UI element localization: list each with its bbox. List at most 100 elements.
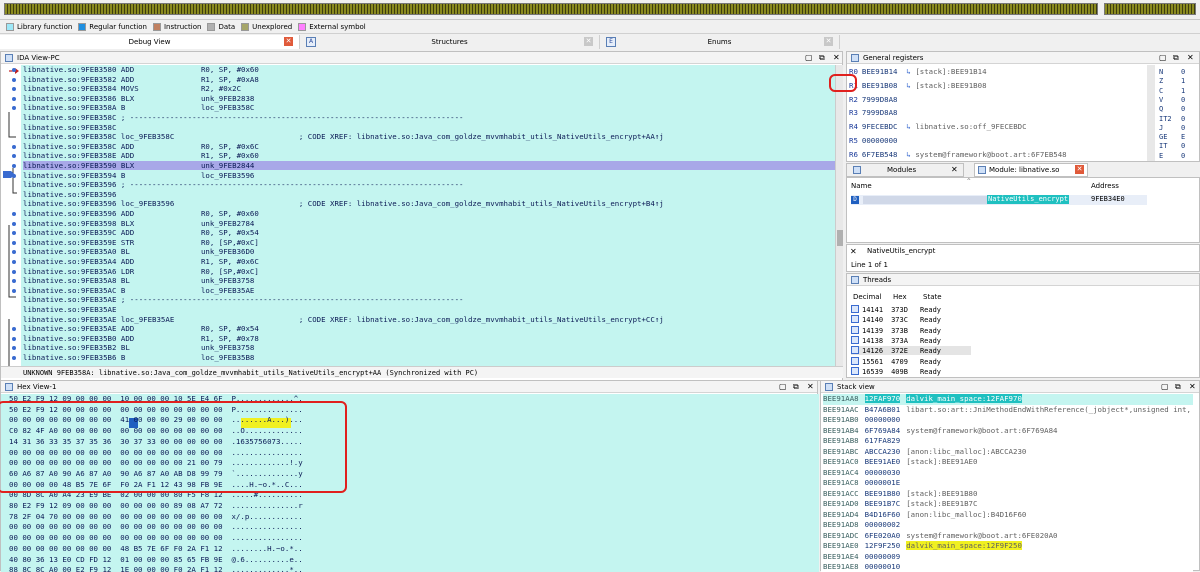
registers-scrollbar[interactable]	[1147, 65, 1155, 161]
disassembly-line[interactable]: libnative.so:9FEB358E ADD R1, SP, #0x60	[23, 151, 835, 160]
disassembly-line[interactable]: libnative.so:9FEB3586 BLX unk_9FEB2838	[23, 94, 835, 103]
register-row[interactable]: R1 BEE91B08 ↳ [stack]:BEE91B08	[849, 80, 987, 92]
register-row[interactable]: R0 BEE91B14 ↳ [stack]:BEE91B14	[849, 66, 987, 78]
stack-row[interactable]: BEE91ADC 6FE020A0 system@framework@boot.ar…	[823, 531, 1058, 542]
disassembly-line[interactable]: libnative.so:9FEB3590 BLX unk_9FEB2844	[23, 161, 835, 170]
disassembly-line[interactable]: libnative.so:9FEB3582 ADD R1, SP, #0xA8	[23, 75, 835, 84]
breakpoint-dot-icon[interactable]	[12, 288, 16, 293]
search-input[interactable]: NativeUtils_encrypt	[867, 247, 935, 255]
disassembly-line[interactable]: libnative.so:9FEB35B2 BL unk_9FEB3758	[23, 343, 835, 352]
restore-icon[interactable]: ▢	[779, 382, 787, 392]
close-icon[interactable]: ✕	[824, 37, 833, 46]
thread-row[interactable]: 14126 372E Ready	[851, 346, 971, 356]
close-icon[interactable]: ✕	[807, 382, 814, 392]
stack-row[interactable]: BEE91ACC BEE91B80 [stack]:BEE91B80	[823, 489, 977, 500]
thread-row[interactable]: 15561 4709 Ready	[851, 356, 941, 366]
stack-value[interactable]: B47A6B01	[865, 405, 901, 414]
register-value[interactable]: 6F7EB548	[862, 150, 898, 159]
disassembly-line[interactable]: libnative.so:9FEB3584 MOVS R2, #0x2C	[23, 84, 835, 93]
stack-value[interactable]: 00000009	[865, 552, 901, 561]
close-icon[interactable]: ✕	[850, 247, 857, 256]
thread-row[interactable]: 16539 409B Ready	[851, 366, 941, 376]
register-value[interactable]: BEE91B14	[862, 67, 898, 76]
stack-value[interactable]: BEE91B80	[865, 489, 901, 498]
stack-value[interactable]: 00000010	[865, 562, 901, 571]
disassembly-line[interactable]: libnative.so:9FEB358A B loc_9FEB358C	[23, 103, 835, 112]
disassembly-line[interactable]: libnative.so:9FEB35AE ADD R0, SP, #0x54	[23, 324, 835, 333]
disassembly-line[interactable]: libnative.so:9FEB3596 loc_9FEB3596 ; COD…	[23, 199, 835, 208]
stack-value[interactable]: 00000030	[865, 468, 901, 477]
column-header-state[interactable]: State	[923, 293, 942, 301]
disassembly-line[interactable]: libnative.so:9FEB358C	[23, 123, 835, 132]
navigation-bar[interactable]	[4, 3, 1098, 15]
disassembly-listing[interactable]: libnative.so:9FEB3580 ADD R0, SP, #0x60 l…	[1, 65, 835, 366]
breakpoint-dot-icon[interactable]	[12, 68, 16, 72]
breakpoint-dot-icon[interactable]	[12, 221, 16, 226]
register-row[interactable]: R5 00000000	[849, 135, 898, 147]
disassembly-line[interactable]: libnative.so:9FEB3596 ; ----------------…	[23, 180, 835, 189]
hex-line[interactable]: 78 2F 04 70 00 00 00 00 00 00 00 00 00 0…	[9, 512, 303, 523]
thread-row[interactable]: 14141 373D Ready	[851, 305, 941, 314]
disassembly-line[interactable]: libnative.so:9FEB35AE	[23, 305, 835, 314]
close-icon[interactable]: ✕	[584, 37, 593, 46]
breakpoint-dot-icon[interactable]	[12, 96, 16, 101]
restore-icon[interactable]: ▢	[805, 53, 813, 63]
stack-row[interactable]: BEE91AB0 00000000	[823, 415, 906, 426]
stack-value[interactable]: BEE91AE0	[865, 457, 901, 466]
close-icon[interactable]: ✕	[1189, 382, 1196, 392]
stack-value[interactable]: B4D16F60	[865, 510, 901, 519]
float-icon[interactable]: ⧉	[819, 53, 825, 63]
tab-module-libnative[interactable]: Module: libnative.so ✕	[974, 163, 1088, 177]
breakpoint-dot-icon[interactable]	[12, 336, 16, 341]
disassembly-line[interactable]: libnative.so:9FEB35A0 BL unk_9FEB36D0	[23, 247, 835, 256]
stack-row[interactable]: BEE91AB4 6F769A84 system@framework@boot.ar…	[823, 426, 1058, 437]
disassembly-line[interactable]: libnative.so:9FEB3580 ADD R0, SP, #0x60	[23, 65, 835, 74]
disassembly-line[interactable]: libnative.so:9FEB3596	[23, 190, 835, 199]
stack-value[interactable]: 12FAF970	[864, 394, 901, 403]
tab-structures[interactable]: A Structures ✕	[300, 35, 600, 49]
stack-value[interactable]: 617FA829	[865, 436, 901, 445]
breakpoint-dot-icon[interactable]	[12, 356, 16, 360]
register-row[interactable]: R4 9FECEBDC ↳ libnative.so:off_9FECEBDC	[849, 121, 1027, 133]
flag-value[interactable]: 0	[1181, 151, 1185, 162]
thread-row[interactable]: 14140 373C Ready	[851, 315, 941, 324]
column-header-decimal[interactable]: Decimal	[853, 293, 882, 301]
stack-row[interactable]: BEE91AD4 B4D16F60 [anon:libc_malloc]:B4D16…	[823, 510, 1026, 521]
stack-row[interactable]: BEE91AA8 12FAF970 dalvik_main_space:12FAF9…	[823, 394, 1193, 405]
close-icon[interactable]: ✕	[284, 37, 293, 46]
disassembly-line[interactable]: libnative.so:9FEB35A6 LDR R0, [SP,#0xC]	[23, 267, 835, 276]
register-row[interactable]: R6 6F7EB548 ↳ system@framework@boot.art:6…	[849, 149, 1067, 161]
restore-icon[interactable]: ▢	[1161, 382, 1169, 392]
breakpoint-dot-icon[interactable]	[12, 164, 16, 168]
stack-value[interactable]: 0000001E	[865, 478, 901, 487]
stack-value[interactable]: 00000000	[865, 415, 901, 424]
breakpoint-dot-icon[interactable]	[12, 212, 16, 216]
stack-value[interactable]: BEE91B7C	[865, 499, 901, 508]
breakpoint-dot-icon[interactable]	[12, 260, 16, 264]
stack-value[interactable]: ABCCA230	[865, 447, 901, 456]
stack-row[interactable]: BEE91AD0 BEE91B7C [stack]:BEE91B7C	[823, 499, 977, 510]
hex-line[interactable]: 00 00 00 00 00 00 00 00 00 00 00 00 00 0…	[9, 533, 303, 544]
register-row[interactable]: R2 7999D8A8	[849, 94, 898, 106]
tab-debug-view[interactable]: Debug View ✕	[0, 35, 300, 49]
stack-row[interactable]: BEE91AAC B47A6B01 libart.so:art::JniMethod…	[823, 405, 1191, 416]
stack-value[interactable]: 6F769A84	[865, 426, 901, 435]
hex-line[interactable]: 40 80 36 13 E0 CD FD 12 01 00 00 00 85 6…	[9, 555, 303, 566]
breakpoint-dot-icon[interactable]	[12, 77, 16, 82]
disassembly-line[interactable]: libnative.so:9FEB3594 B loc_9FEB3596	[23, 171, 835, 180]
float-icon[interactable]: ⧉	[1173, 53, 1179, 63]
stack-row[interactable]: BEE91AB8 617FA829	[823, 436, 906, 447]
hex-line[interactable]: 80 E2 F9 12 09 00 00 00 00 00 00 00 89 0…	[9, 501, 303, 512]
navigation-bar-overview[interactable]	[1104, 3, 1196, 15]
breakpoint-dot-icon[interactable]	[12, 240, 16, 245]
stack-row[interactable]: BEE91AC0 BEE91AE0 [stack]:BEE91AE0	[823, 457, 977, 468]
thread-row[interactable]: 14139 373B Ready	[851, 325, 941, 335]
restore-icon[interactable]: ▢	[1159, 53, 1167, 63]
disassembly-line[interactable]: libnative.so:9FEB35B6 B loc_9FEB35B8	[23, 353, 835, 362]
close-icon[interactable]: ✕	[1075, 165, 1084, 174]
scrollbar-thumb[interactable]	[837, 230, 843, 246]
ida-vertical-scrollbar[interactable]	[835, 65, 843, 366]
breakpoint-dot-icon[interactable]	[12, 173, 16, 178]
float-icon[interactable]: ⧉	[793, 382, 799, 392]
stack-value[interactable]: 12F9F250	[865, 541, 901, 550]
